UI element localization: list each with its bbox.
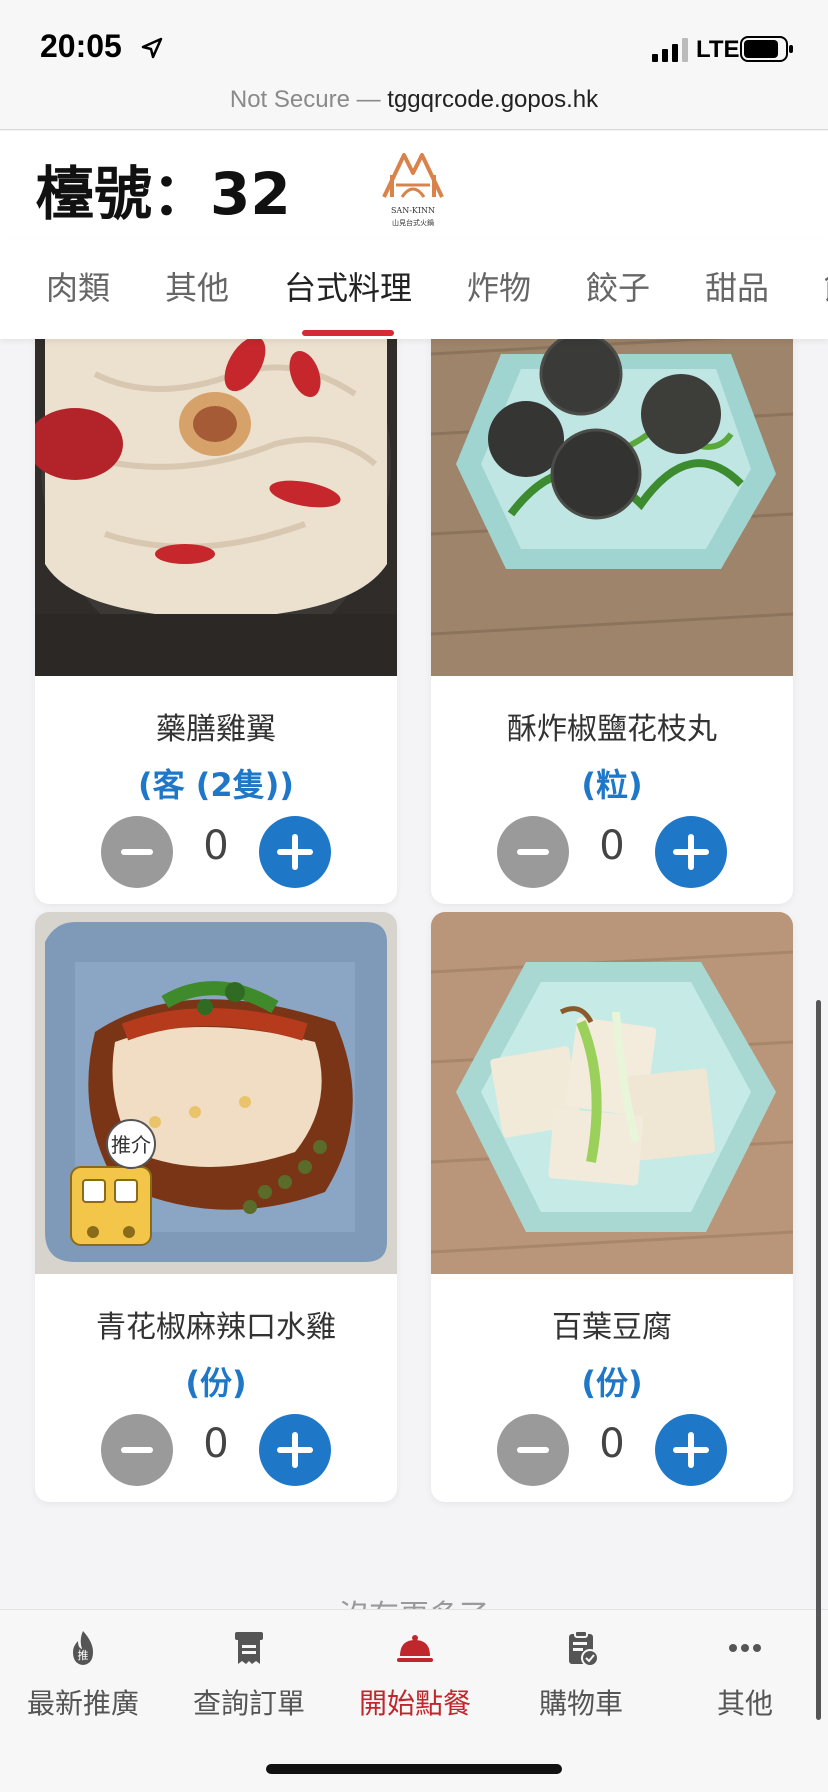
url-bar[interactable]: Not Secure — tggqrcode.gopos.hk [0,80,828,130]
receipt-icon [235,1632,263,1664]
increase-button[interactable] [655,1414,727,1486]
increase-button[interactable] [259,816,331,888]
fire-icon: 推 [73,1631,93,1665]
menu-item-card: 百葉豆腐 (份) 0 [431,912,793,1502]
quantity-value: 0 [203,1421,229,1467]
item-unit: (份) [581,1364,643,1402]
network-type: LTE [696,36,740,63]
decrease-button[interactable] [497,816,569,888]
menu-list[interactable]: 藥膳雞翼 (客 (2隻)) 0 酥炸椒鹽花枝丸 (粒) 0 推介 青花椒麻辣口水… [0,339,828,1609]
food-image[interactable] [431,912,793,1274]
quantity-stepper: 0 [431,804,793,904]
security-label: Not Secure — [229,86,381,113]
quantity-value: 0 [599,1421,625,1467]
more-icon [729,1644,761,1652]
nav-promotions[interactable]: 推 最新推廣 [0,1628,166,1722]
item-name: 藥膳雞翼 [156,712,276,747]
food-image[interactable]: 推介 [35,912,397,1274]
decrease-button[interactable] [497,1414,569,1486]
menu-item-card: 酥炸椒鹽花枝丸 (粒) 0 [431,339,793,904]
food-image[interactable] [35,339,397,676]
quantity-stepper: 0 [35,1402,397,1502]
item-name: 酥炸椒鹽花枝丸 [507,712,717,747]
tab-taiwanese[interactable]: 台式料理 [284,263,412,309]
svg-text:SAN-KINN: SAN-KINN [391,206,435,215]
item-unit: (客 (2隻)) [138,766,294,804]
increase-button[interactable] [655,816,727,888]
decrease-button[interactable] [101,1414,173,1486]
nav-more[interactable]: 其他 [662,1628,828,1722]
scrollbar[interactable] [816,1000,821,1720]
menu-item-card: 藥膳雞翼 (客 (2隻)) 0 [35,339,397,904]
status-bar: 20:05 LTE [0,0,828,80]
tab-other[interactable]: 其他 [165,263,229,309]
clipboard-check-icon [569,1630,599,1667]
item-name: 青花椒麻辣口水雞 [96,1310,336,1345]
nav-start-ordering[interactable]: 開始點餐 [332,1628,498,1722]
tab-drinks[interactable]: 飲 [824,263,828,309]
item-unit: (粒) [581,766,643,804]
tab-meat[interactable]: 肉類 [46,263,110,309]
status-time: 20:05 [40,28,122,64]
quantity-stepper: 0 [35,804,397,904]
table-number: 檯號：32 [36,160,291,228]
location-arrow-icon [141,37,163,59]
category-tabs: 肉類 其他 台式料理 炸物 餃子 甜品 飲 [0,239,828,339]
recommended-badge: 推介 [111,1133,151,1157]
decrease-button[interactable] [101,816,173,888]
cloche-icon [397,1635,433,1662]
item-name: 百葉豆腐 [552,1310,672,1345]
quantity-value: 0 [203,823,229,869]
url-host: tggqrcode.gopos.hk [387,86,599,113]
tab-desserts[interactable]: 甜品 [705,263,769,309]
food-image[interactable] [431,339,793,676]
menu-item-card: 推介 青花椒麻辣口水雞 (份) 0 [35,912,397,1502]
quantity-value: 0 [599,823,625,869]
battery-icon [740,36,793,62]
svg-text:推: 推 [78,1648,89,1662]
increase-button[interactable] [259,1414,331,1486]
page-header: 檯號：32 SAN-KINN 山見台式火鍋 [0,131,828,239]
item-unit: (份) [185,1364,247,1402]
restaurant-logo: SAN-KINN 山見台式火鍋 [382,153,444,227]
nav-cart[interactable]: 購物車 [498,1628,664,1722]
tab-fried[interactable]: 炸物 [467,263,531,309]
signal-icon [652,38,688,62]
active-tab-indicator [302,330,394,336]
home-indicator [266,1764,562,1774]
tab-dumplings[interactable]: 餃子 [586,263,650,309]
nav-orders[interactable]: 查詢訂單 [166,1628,332,1722]
svg-text:山見台式火鍋: 山見台式火鍋 [392,218,434,227]
quantity-stepper: 0 [431,1402,793,1502]
end-of-list-text: 沒有更多了 [0,1591,828,1609]
